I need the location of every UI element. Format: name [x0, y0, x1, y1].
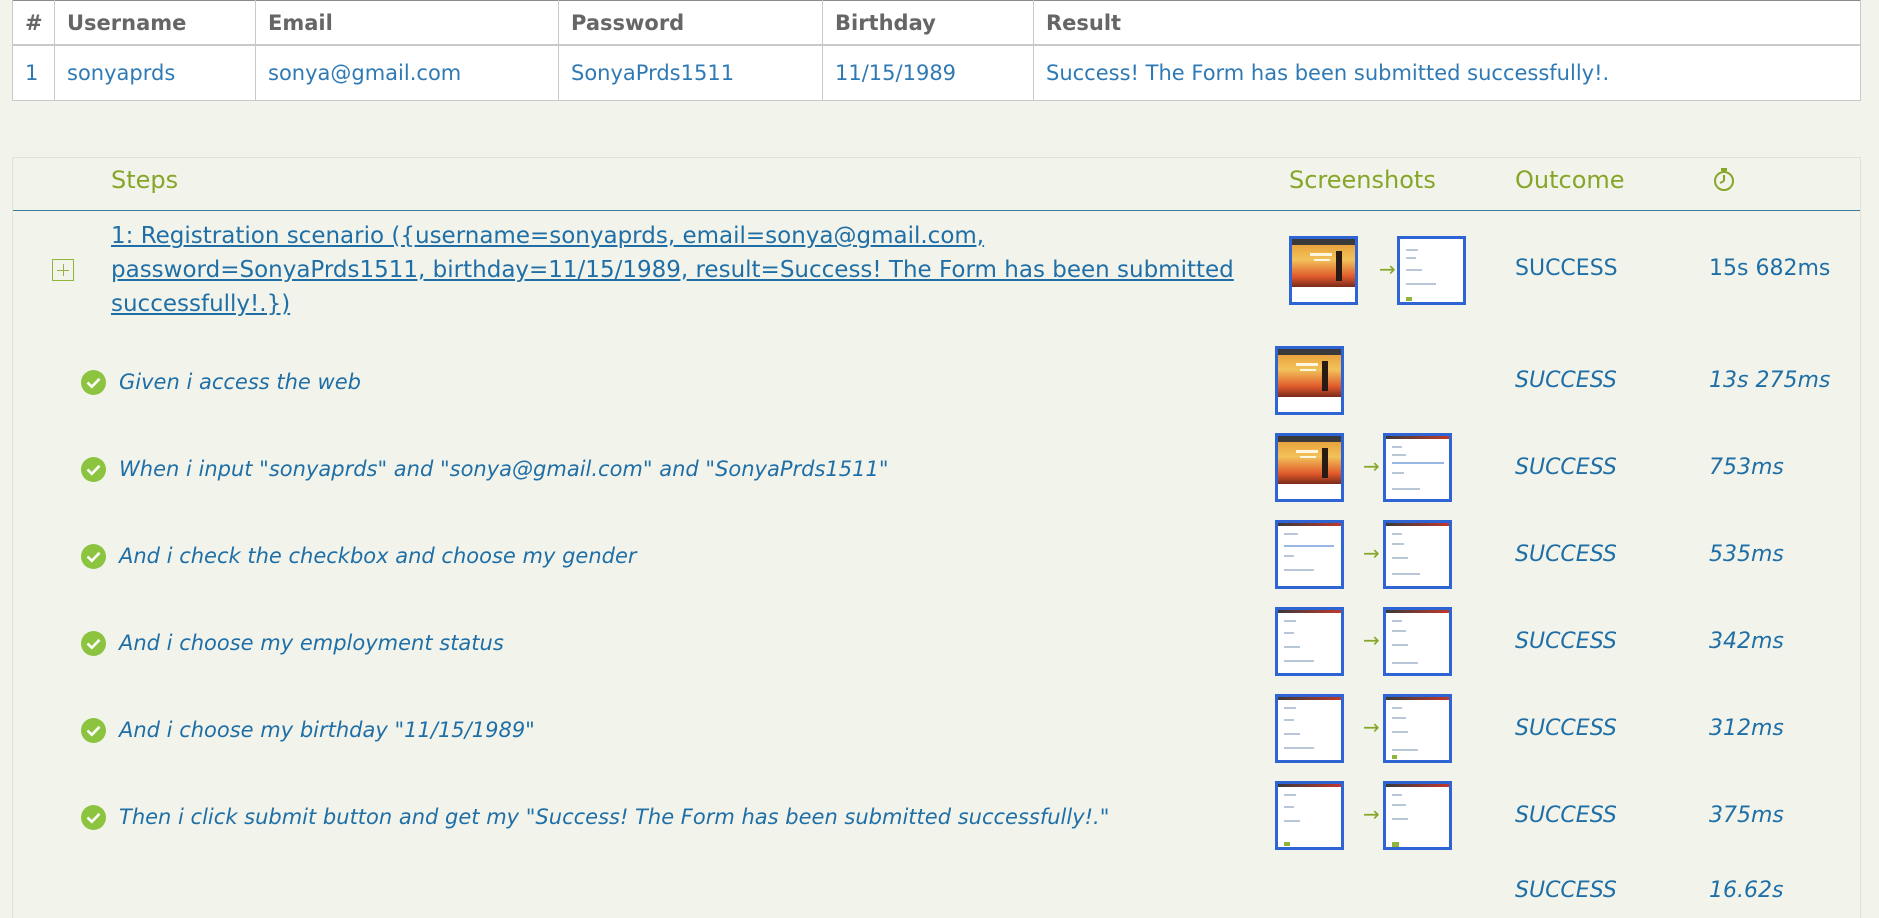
- screenshot-thumbnail[interactable]: [1275, 520, 1344, 589]
- scenario-outcome: SUCCESS: [1515, 256, 1618, 281]
- table-header-row: # Username Email Password Birthday Resul…: [12, 0, 1861, 46]
- step-outcome: SUCCESS: [1515, 803, 1617, 828]
- screenshot-thumbnail[interactable]: [1289, 236, 1358, 305]
- expand-icon[interactable]: [52, 259, 74, 281]
- success-check-icon: [81, 631, 106, 656]
- step-outcome: SUCCESS: [1515, 368, 1617, 393]
- step-text: And i check the checkbox and choose my g…: [119, 544, 637, 568]
- outcome-column-header: Outcome: [1515, 166, 1625, 194]
- screenshot-thumbnail[interactable]: [1275, 346, 1344, 415]
- col-header-birthday: Birthday: [822, 0, 1034, 46]
- table-row: 1 sonyaprds sonya@gmail.com SonyaPrds151…: [12, 44, 1861, 101]
- step-text: When i input "sonyaprds" and "sonya@gmai…: [119, 457, 889, 481]
- screenshot-thumbnail[interactable]: [1397, 236, 1466, 305]
- success-check-icon: [81, 370, 106, 395]
- col-header-password: Password: [558, 0, 823, 46]
- success-check-icon: [81, 805, 106, 830]
- cell-result: Success! The Form has been submitted suc…: [1033, 44, 1861, 101]
- scenario-duration: 15s 682ms: [1709, 256, 1831, 281]
- step-text: And i choose my employment status: [119, 631, 504, 655]
- step-duration: 535ms: [1709, 542, 1784, 567]
- step-outcome: SUCCESS: [1515, 542, 1617, 567]
- arrow-icon: →: [1363, 541, 1380, 565]
- col-header-email: Email: [255, 0, 559, 46]
- stopwatch-icon: [1714, 168, 1734, 191]
- arrow-icon: →: [1363, 802, 1380, 826]
- cell-birthday: 11/15/1989: [822, 44, 1034, 101]
- col-header-index: #: [12, 0, 55, 46]
- screenshot-thumbnail[interactable]: [1275, 433, 1344, 502]
- step-duration: 312ms: [1709, 716, 1784, 741]
- col-header-result: Result: [1033, 0, 1861, 46]
- success-check-icon: [81, 718, 106, 743]
- arrow-icon: →: [1363, 715, 1380, 739]
- steps-panel: Steps Screenshots Outcome 1: Registratio…: [12, 157, 1861, 918]
- header-divider: [13, 210, 1860, 211]
- arrow-icon: →: [1379, 257, 1396, 281]
- steps-column-header: Steps: [111, 166, 179, 194]
- screenshot-thumbnail[interactable]: [1275, 694, 1344, 763]
- arrow-icon: →: [1363, 628, 1380, 652]
- step-outcome: SUCCESS: [1515, 455, 1617, 480]
- screenshot-thumbnail[interactable]: [1275, 607, 1344, 676]
- step-duration: 13s 275ms: [1709, 368, 1831, 393]
- step-outcome: SUCCESS: [1515, 716, 1617, 741]
- screenshot-thumbnail[interactable]: [1383, 781, 1452, 850]
- step-text: Then i click submit button and get my "S…: [119, 805, 1110, 829]
- step-duration: 375ms: [1709, 803, 1784, 828]
- cell-password: SonyaPrds1511: [558, 44, 823, 101]
- step-text: Given i access the web: [119, 370, 361, 394]
- step-outcome: SUCCESS: [1515, 629, 1617, 654]
- screenshot-thumbnail[interactable]: [1383, 520, 1452, 589]
- scenario-title-link[interactable]: 1: Registration scenario ({username=sony…: [111, 219, 1251, 321]
- results-table: # Username Email Password Birthday Resul…: [12, 0, 1861, 101]
- success-check-icon: [81, 544, 106, 569]
- screenshots-column-header: Screenshots: [1289, 166, 1436, 194]
- cell-username: sonyaprds: [54, 44, 256, 101]
- col-header-username: Username: [54, 0, 256, 46]
- step-duration: 753ms: [1709, 455, 1784, 480]
- cell-index: 1: [12, 44, 55, 101]
- total-outcome: SUCCESS: [1515, 878, 1617, 903]
- total-duration: 16.62s: [1709, 878, 1784, 903]
- screenshot-thumbnail[interactable]: [1383, 433, 1452, 502]
- step-text: And i choose my birthday "11/15/1989": [119, 718, 535, 742]
- screenshot-thumbnail[interactable]: [1383, 694, 1452, 763]
- success-check-icon: [81, 457, 106, 482]
- step-duration: 342ms: [1709, 629, 1784, 654]
- cell-email: sonya@gmail.com: [255, 44, 559, 101]
- arrow-icon: →: [1363, 454, 1380, 478]
- screenshot-thumbnail[interactable]: [1275, 781, 1344, 850]
- screenshot-thumbnail[interactable]: [1383, 607, 1452, 676]
